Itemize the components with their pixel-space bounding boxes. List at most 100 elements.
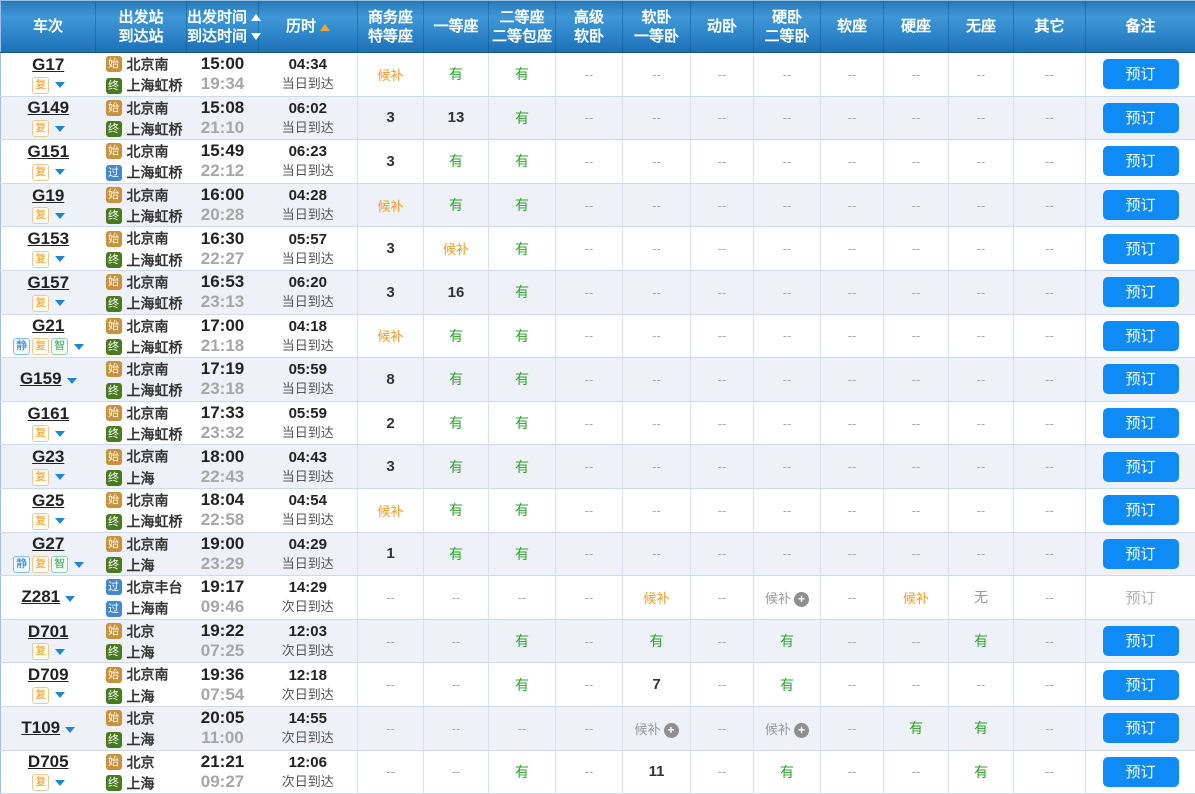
train-number-link[interactable]: G151 — [27, 142, 69, 161]
arrival-day: 当日到达 — [259, 119, 358, 137]
col-header-time[interactable]: 出发时间到达时间 — [187, 1, 259, 53]
train-number-link[interactable]: T109 — [21, 718, 60, 737]
book-button[interactable]: 预订 — [1103, 59, 1179, 89]
pass-station-icon: 过 — [106, 165, 122, 181]
depart-station-line: 始北京南 — [106, 271, 187, 292]
book-button[interactable]: 预订 — [1103, 234, 1179, 264]
seat-cell-emu-sleeper: -- — [691, 576, 754, 620]
book-button[interactable]: 预订 — [1103, 539, 1179, 569]
waitlist-plus-icon[interactable]: + — [794, 592, 809, 607]
expand-arrow-icon[interactable] — [55, 82, 65, 88]
start-station-icon: 始 — [106, 318, 122, 334]
col-label-stations: 出发站 — [118, 9, 163, 26]
train-number-link[interactable]: G25 — [32, 491, 64, 510]
expand-arrow-icon[interactable] — [67, 378, 77, 384]
expand-arrow-icon[interactable] — [55, 169, 65, 175]
duration-cell: 04:43当日到达 — [259, 445, 358, 489]
end-station-icon: 终 — [106, 514, 122, 530]
expand-arrow-icon[interactable] — [65, 727, 75, 733]
arrive-time: 09:27 — [187, 772, 259, 792]
seat-cell-no-seat: -- — [949, 532, 1014, 576]
seat-cell-hard-seat: 有 — [884, 706, 949, 750]
col-label-premium-soft-sleeper: 高级 — [574, 9, 604, 26]
train-number-link[interactable]: D701 — [28, 622, 69, 641]
waitlist-plus-icon[interactable]: + — [664, 723, 679, 738]
col-header-stations: 出发站到达站 — [96, 1, 187, 53]
expand-arrow-icon[interactable] — [55, 256, 65, 262]
seat-cell-soft-seat: -- — [821, 358, 884, 402]
expand-arrow-icon[interactable] — [55, 213, 65, 219]
book-button[interactable]: 预订 — [1103, 408, 1179, 438]
train-number-link[interactable]: G161 — [27, 404, 69, 423]
book-button[interactable]: 预订 — [1103, 277, 1179, 307]
end-station-icon: 终 — [106, 208, 122, 224]
expand-arrow-icon[interactable] — [55, 780, 65, 786]
expand-arrow-icon[interactable] — [55, 300, 65, 306]
train-badges-line: 静复智 — [1, 336, 96, 355]
book-button[interactable]: 预订 — [1103, 626, 1179, 656]
sort-asc-icon[interactable] — [251, 14, 261, 21]
train-no-cell: D709复 — [1, 663, 96, 707]
expand-arrow-icon[interactable] — [55, 518, 65, 524]
remark-cell: 预订 — [1086, 401, 1195, 445]
expand-arrow-icon[interactable] — [55, 126, 65, 132]
expand-arrow-icon[interactable] — [55, 474, 65, 480]
expand-arrow-icon[interactable] — [55, 431, 65, 437]
arrive-time: 23:29 — [187, 554, 259, 574]
book-button[interactable]: 预订 — [1103, 364, 1179, 394]
train-number-link[interactable]: D705 — [28, 752, 69, 771]
book-button[interactable]: 预订 — [1103, 713, 1179, 743]
duration: 06:20 — [259, 273, 358, 293]
book-button[interactable]: 预订 — [1103, 452, 1179, 482]
train-number-link[interactable]: G27 — [32, 534, 64, 553]
train-number-link[interactable]: G157 — [27, 273, 69, 292]
expand-arrow-icon[interactable] — [74, 344, 84, 350]
train-number-link[interactable]: G19 — [32, 186, 64, 205]
arrival-day: 当日到达 — [259, 337, 358, 355]
seat-cell-second-class-seat: 有 — [489, 532, 556, 576]
book-button[interactable]: 预订 — [1103, 757, 1179, 787]
book-button[interactable]: 预订 — [1103, 321, 1179, 351]
train-number-link[interactable]: Z281 — [21, 587, 60, 606]
train-number-link[interactable]: G17 — [32, 55, 64, 74]
book-button[interactable]: 预订 — [1103, 495, 1179, 525]
train-number-link[interactable]: G23 — [32, 447, 64, 466]
expand-arrow-icon[interactable] — [55, 692, 65, 698]
col-header-duration[interactable]: 历时 — [259, 1, 358, 53]
expand-arrow-icon[interactable] — [74, 562, 84, 568]
expand-arrow-icon[interactable] — [65, 596, 75, 602]
train-number-link[interactable]: D709 — [28, 665, 69, 684]
train-no-cell: Z281 — [1, 576, 96, 620]
book-button[interactable]: 预订 — [1103, 190, 1179, 220]
book-button[interactable]: 预订 — [1103, 670, 1179, 700]
train-number-link[interactable]: G149 — [27, 98, 69, 117]
stations-cell: 始北京终上海 — [96, 619, 187, 663]
train-number-link[interactable]: G153 — [27, 229, 69, 248]
stations-cell: 始北京南终上海虹桥 — [96, 488, 187, 532]
arrive-station-line: 终上海虹桥 — [106, 423, 187, 444]
depart-station: 北京 — [127, 710, 155, 726]
depart-time: 19:36 — [187, 665, 259, 685]
depart-station-line: 始北京南 — [106, 402, 187, 423]
expand-arrow-icon[interactable] — [55, 649, 65, 655]
sort-asc-icon[interactable] — [320, 24, 330, 31]
train-number-link[interactable]: G21 — [32, 316, 64, 335]
train-no-cell: G159 — [1, 358, 96, 402]
train-no-line: G21 — [1, 316, 96, 336]
book-button[interactable]: 预订 — [1103, 103, 1179, 133]
train-number-link[interactable]: G159 — [20, 369, 62, 388]
fuxing-badge: 复 — [32, 774, 49, 791]
train-no-cell: G17复 — [1, 53, 96, 97]
arrive-time: 11:00 — [187, 728, 259, 748]
times-cell: 15:0019:34 — [187, 53, 259, 97]
seat-cell-soft-sleeper: 11 — [623, 750, 691, 794]
book-button[interactable]: 预订 — [1103, 146, 1179, 176]
seat-cell-second-class-seat: 有 — [489, 227, 556, 271]
depart-station-line: 始北京 — [106, 707, 187, 728]
arrival-day: 当日到达 — [259, 206, 358, 224]
sort-desc-icon[interactable] — [251, 33, 261, 40]
duration: 14:55 — [259, 709, 358, 729]
waitlist-plus-icon[interactable]: + — [794, 723, 809, 738]
remark-cell: 预订 — [1086, 488, 1195, 532]
stations-cell: 始北京终上海 — [96, 750, 187, 794]
